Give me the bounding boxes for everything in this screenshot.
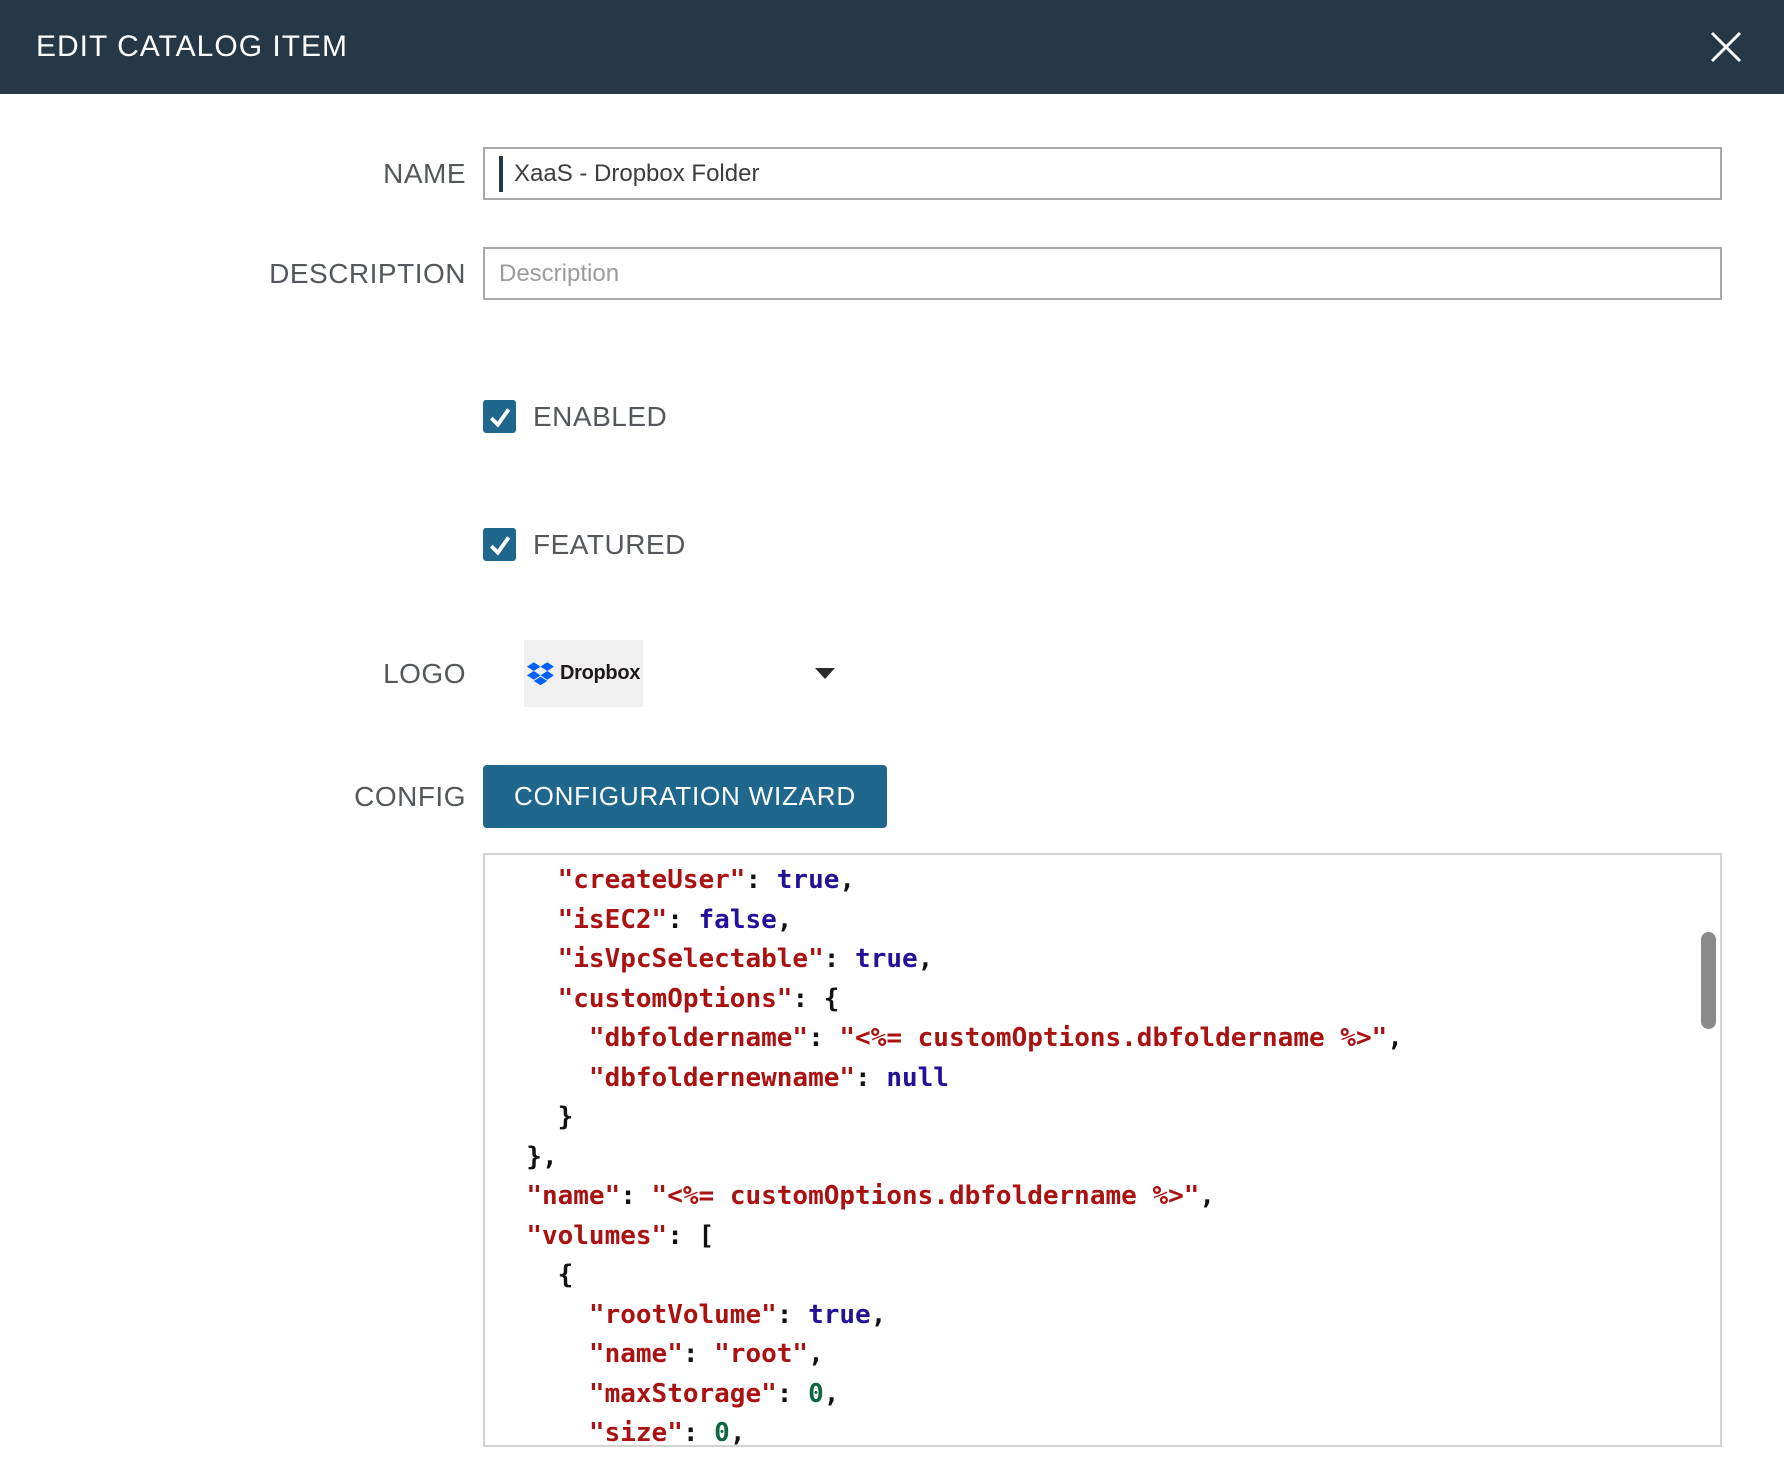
check-icon: [487, 532, 513, 558]
description-label: DESCRIPTION: [0, 258, 466, 290]
enabled-label: ENABLED: [533, 401, 667, 433]
dialog-header: EDIT CATALOG ITEM: [0, 0, 1784, 94]
dialog-title: EDIT CATALOG ITEM: [36, 30, 348, 64]
featured-label: FEATURED: [533, 529, 686, 561]
logo-preview: Dropbox: [524, 640, 643, 707]
name-input[interactable]: XaaS - Dropbox Folder: [483, 147, 1722, 200]
featured-row: FEATURED: [0, 528, 1784, 561]
name-row: NAME XaaS - Dropbox Folder: [0, 147, 1784, 200]
featured-checkbox[interactable]: [483, 528, 516, 561]
config-editor-row: "createUser": true, "isEC2": false, "isV…: [0, 853, 1784, 1447]
name-input-value: XaaS - Dropbox Folder: [514, 160, 759, 188]
dropbox-glyph-icon: [527, 662, 554, 686]
name-label: NAME: [0, 158, 466, 190]
dialog-body: NAME XaaS - Dropbox Folder DESCRIPTION: [0, 147, 1784, 1477]
check-icon: [487, 404, 513, 430]
close-icon: [1707, 28, 1745, 66]
dropbox-wordmark: Dropbox: [560, 662, 640, 685]
enabled-row: ENABLED: [0, 400, 1784, 433]
logo-select[interactable]: Dropbox: [483, 640, 835, 707]
config-label: CONFIG: [0, 781, 466, 813]
close-button[interactable]: [1704, 25, 1748, 69]
configuration-wizard-button[interactable]: CONFIGURATION WIZARD: [483, 765, 887, 828]
logo-label: LOGO: [0, 658, 466, 690]
text-cursor: [499, 156, 503, 192]
description-row: DESCRIPTION: [0, 247, 1784, 300]
config-row: CONFIG CONFIGURATION WIZARD: [0, 765, 1784, 828]
code-content: "createUser": true, "isEC2": false, "isV…: [485, 855, 1720, 1447]
chevron-down-icon: [815, 668, 835, 679]
logo-row: LOGO Dropbox: [0, 640, 1784, 707]
edit-catalog-item-dialog: EDIT CATALOG ITEM NAME XaaS - Dropbox Fo…: [0, 0, 1784, 1477]
description-input[interactable]: [483, 247, 1722, 300]
config-code-editor[interactable]: "createUser": true, "isEC2": false, "isV…: [483, 853, 1722, 1447]
enabled-checkbox[interactable]: [483, 400, 516, 433]
editor-scrollbar-thumb[interactable]: [1701, 932, 1716, 1029]
